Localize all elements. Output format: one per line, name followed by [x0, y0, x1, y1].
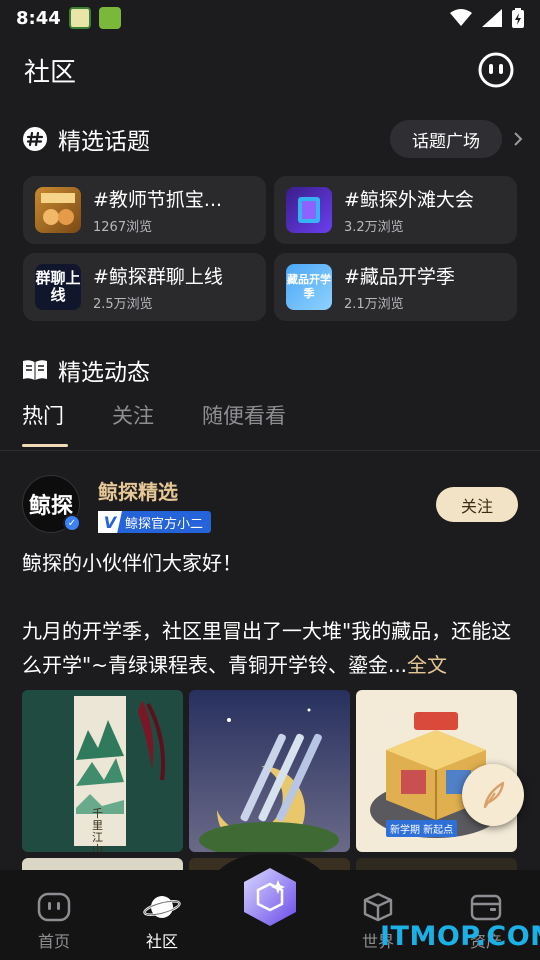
- feather-pen-icon: [483, 781, 505, 809]
- tab-hot-label: 热门: [22, 404, 64, 428]
- page-title: 社区: [24, 57, 77, 88]
- featured-feed-header: 精选动态: [22, 353, 150, 387]
- official-v-icon: V: [98, 511, 122, 533]
- author-name[interactable]: 鲸探精选: [98, 476, 178, 505]
- topic-thumbnail: 群聊上线: [35, 264, 81, 310]
- status-time: 8:44: [16, 7, 61, 29]
- topic-thumbnail: [286, 187, 332, 233]
- robot-assistant-icon[interactable]: [476, 50, 516, 90]
- notification-app-icon: [68, 7, 91, 29]
- topic-views: 3.2万浏览: [344, 220, 404, 235]
- post-image[interactable]: 千里江山: [22, 690, 183, 852]
- cube-icon: [363, 892, 393, 922]
- nav-home-label: 首页: [37, 932, 70, 951]
- status-bar: 8:44: [0, 0, 540, 36]
- hashtag-icon: [23, 127, 47, 151]
- active-tab-indicator: [22, 444, 68, 447]
- post-image[interactable]: [189, 690, 350, 852]
- featured-feed-title: 精选动态: [58, 360, 150, 386]
- chevron-right-icon[interactable]: [511, 130, 525, 148]
- featured-topics-header: 精选话题: [22, 122, 150, 156]
- topic-name: #鲸探群聊上线: [93, 266, 223, 288]
- read-more-link[interactable]: 全文: [407, 653, 447, 677]
- image-caption: 千里江山: [92, 807, 103, 853]
- topic-plaza-button[interactable]: 话题广场: [390, 120, 502, 158]
- wifi-icon: [450, 9, 472, 26]
- topic-card[interactable]: #教师节抓宝... 1267浏览: [23, 176, 266, 244]
- discover-cube-icon[interactable]: [242, 866, 298, 928]
- topic-thumbnail: 藏品开学季: [286, 264, 332, 310]
- official-badge: V 鲸探官方小二: [98, 511, 212, 533]
- topic-thumbnail: [35, 187, 81, 233]
- book-icon: [23, 360, 47, 380]
- topic-views: 2.5万浏览: [93, 297, 153, 312]
- home-icon: [37, 892, 71, 922]
- tab-following[interactable]: 关注: [112, 400, 154, 440]
- topic-card[interactable]: #鲸探外滩大会 3.2万浏览: [274, 176, 517, 244]
- verified-icon: ✓: [63, 514, 81, 532]
- post-greeting: 鲸探的小伙伴们大家好！: [22, 551, 242, 575]
- nav-community[interactable]: 社区: [126, 892, 198, 952]
- post-body[interactable]: 鲸探的小伙伴们大家好！ 九月的开学季，社区里冒出了一大堆"我的藏品，还能这么开学…: [22, 546, 522, 682]
- status-indicators: [450, 8, 524, 28]
- official-badge-label: 鲸探官方小二: [125, 516, 204, 532]
- cell-signal-icon: [482, 9, 502, 27]
- feed-tabs: 热门 关注 随便看看: [22, 400, 286, 447]
- header: 社区: [0, 44, 540, 96]
- tab-random[interactable]: 随便看看: [202, 400, 286, 440]
- post-text: 九月的开学季，社区里冒出了一大堆"我的藏品，还能这么开学"~青绿课程表、青铜开学…: [22, 614, 522, 682]
- topic-name: #藏品开学季: [344, 266, 455, 288]
- tab-random-label: 随便看看: [202, 404, 286, 428]
- featured-topics-title: 精选话题: [58, 129, 150, 155]
- watermark: ITMOP.COM: [380, 921, 540, 952]
- tab-hot[interactable]: 热门: [22, 400, 68, 447]
- topic-name: #教师节抓宝...: [93, 189, 223, 211]
- topic-card[interactable]: 藏品开学季 #藏品开学季 2.1万浏览: [274, 253, 517, 321]
- nav-home[interactable]: 首页: [18, 892, 90, 952]
- compose-button[interactable]: [462, 764, 524, 826]
- topic-name: #鲸探外滩大会: [344, 189, 474, 211]
- topic-card[interactable]: 群聊上线 #鲸探群聊上线 2.5万浏览: [23, 253, 266, 321]
- image-caption: 新学期 新起点: [386, 820, 458, 837]
- tab-following-label: 关注: [112, 404, 154, 428]
- nav-community-label: 社区: [145, 932, 178, 951]
- follow-button[interactable]: 关注: [436, 487, 518, 522]
- topic-views: 2.1万浏览: [344, 297, 404, 312]
- battery-icon: [512, 8, 524, 28]
- notification-app-icon-2: [98, 7, 121, 29]
- wallet-icon: [470, 894, 502, 921]
- planet-icon: [143, 896, 181, 918]
- topic-views: 1267浏览: [93, 220, 153, 235]
- divider: [0, 450, 540, 451]
